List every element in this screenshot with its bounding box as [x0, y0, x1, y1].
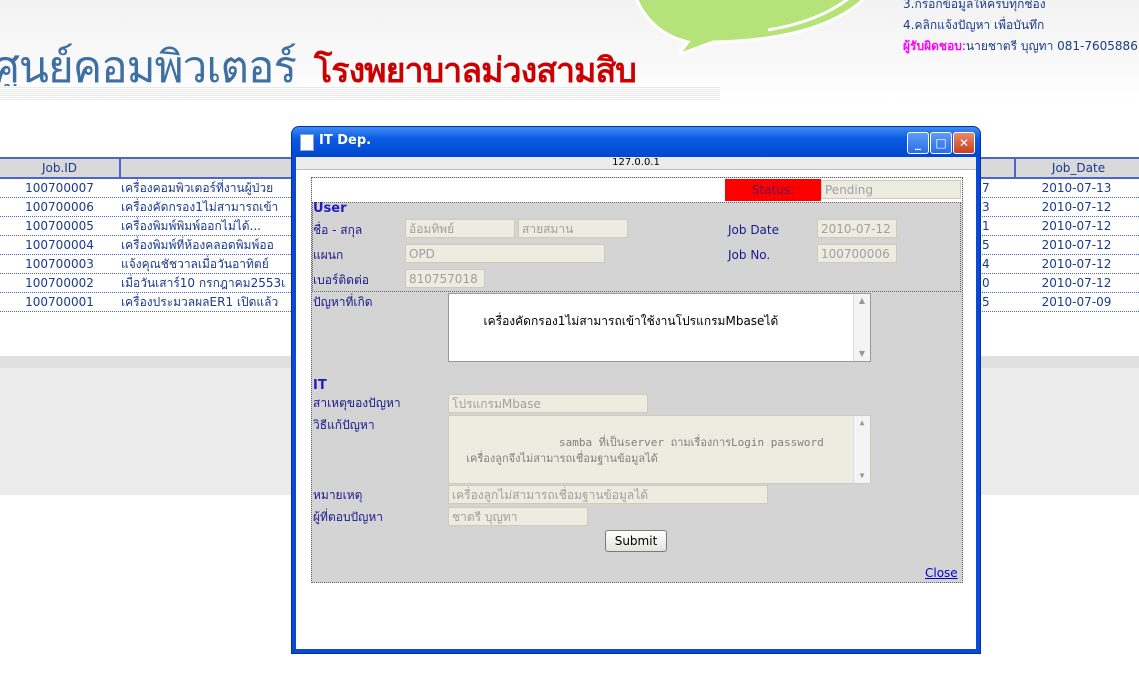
window-titlebar[interactable]: IT Dep. _ □ ✕	[292, 127, 980, 157]
address-bar: 127.0.0.1	[296, 157, 976, 170]
close-window-button[interactable]: ✕	[953, 132, 975, 154]
job-date-cell: 2010-07-12	[1041, 276, 1112, 290]
speech-bubble-graphic	[635, 0, 865, 55]
extra-cell: 7	[982, 181, 990, 195]
name-label: ชื่อ - สกุล	[313, 223, 363, 237]
description-cell: เมื่อวันเสาร์10 กรกฎาคม2553เ	[121, 276, 286, 290]
status-field: Pending	[821, 180, 961, 199]
column-header-job-date[interactable]: Job_Date	[1014, 159, 1139, 177]
description-cell: เครื่องพิมพ์พิมพ์ออกไม่ได้...	[121, 219, 261, 233]
description-cell: เครื่องคอมพิวเตอร์ที่งานผู้ป่วย	[121, 181, 274, 195]
responsible-value: :นายชาตรี บุญทา 081-7605886	[961, 39, 1138, 53]
job-date-field[interactable]: 2010-07-12	[817, 219, 897, 238]
problem-text: เครื่องคัดกรอง1ไม่สามารถเข้าใช้งานโปรแกร…	[483, 314, 779, 328]
job-id-cell: 100700004	[25, 238, 94, 252]
department-field[interactable]: OPD	[405, 244, 605, 263]
job-no-label: Job No.	[728, 248, 771, 262]
last-name-field[interactable]: สายสมาน	[518, 219, 628, 238]
scroll-up-icon[interactable]: ▲	[854, 416, 870, 430]
problem-label: ปัญหาที่เกิด	[313, 295, 373, 309]
column-header-job-id[interactable]: Job.ID	[0, 159, 119, 177]
window-title: IT Dep.	[319, 133, 372, 148]
extra-cell: 0	[982, 276, 990, 290]
solution-label: วิธีแก้ปัญหา	[313, 418, 375, 432]
description-cell: เครื่องคัดกรอง1ไม่สามารถเข้า	[121, 200, 279, 214]
responder-label: ผู้ที่ตอบปัญหา	[313, 510, 384, 524]
department-label: แผนก	[313, 248, 344, 262]
note-field[interactable]: เครื่องลูกไม่สามารถเชื่อมฐานข้อมูลได้	[448, 485, 768, 504]
extra-cell: 5	[982, 238, 990, 252]
header-stripes	[0, 86, 720, 100]
column-header-description[interactable]	[119, 159, 291, 177]
window-client-area: 127.0.0.1 Status: Pending User ชื่อ - สก…	[296, 157, 976, 649]
note-label: หมายเหตุ	[313, 488, 363, 502]
problem-scrollbar[interactable]: ▲ ▼	[853, 294, 870, 361]
minimize-button[interactable]: _	[907, 132, 929, 154]
status-label: Status:	[725, 179, 821, 201]
solution-textarea[interactable]: samba ที่เป็นserver ถามเรื่องการLogin pa…	[448, 415, 871, 484]
responder-field[interactable]: ชาตรี บุญทา	[448, 507, 588, 526]
description-cell: เครื่องประมวลผลER1 เปิดแล้ว	[121, 295, 279, 309]
scroll-up-icon[interactable]: ▲	[854, 294, 870, 308]
extra-cell: 5	[982, 295, 990, 309]
job-date-cell: 2010-07-09	[1041, 295, 1112, 309]
job-id-cell: 100700003	[25, 257, 94, 271]
first-name-field[interactable]: อ้อมทิพย์	[405, 219, 515, 238]
scroll-down-icon[interactable]: ▼	[854, 347, 870, 361]
instructions: 3.กรอกข้อมูลให้ครบทุกช่อง 4.คลิกแจ้งปัญห…	[903, 0, 1138, 57]
cause-label: สาเหตุของปัญหา	[313, 396, 401, 410]
submit-button[interactable]: Submit	[605, 530, 667, 552]
header-banner: ศูนย์คอมพิวเตอร์ โรงพยาบาลม่วงสามสิบ 3.กร…	[0, 0, 1139, 100]
instruction-step-3: 3.กรอกข้อมูลให้ครบทุกช่อง	[903, 0, 1046, 11]
it-dep-window: IT Dep. _ □ ✕ 127.0.0.1 Status: Pending …	[292, 127, 980, 653]
extra-cell: 3	[982, 200, 990, 214]
job-date-cell: 2010-07-13	[1041, 181, 1112, 195]
extra-cell: 1	[982, 219, 990, 233]
instruction-step-4: 4.คลิกแจ้งปัญหา เพื่อบันทึก	[903, 18, 1045, 32]
job-date-label: Job Date	[728, 223, 779, 237]
phone-field[interactable]: 810757018	[405, 269, 485, 288]
job-form: Status: Pending User ชื่อ - สกุล อ้อมทิพ…	[311, 177, 963, 583]
document-icon	[300, 134, 314, 151]
description-cell: เครื่องพิมพ์ที่ห้องคลอดพิมพ์ออ	[121, 238, 274, 252]
extra-cell: 4	[982, 257, 990, 271]
it-section-title: IT	[313, 378, 327, 393]
job-date-cell: 2010-07-12	[1041, 200, 1112, 214]
job-id-cell: 100700005	[25, 219, 94, 233]
job-date-cell: 2010-07-12	[1041, 219, 1112, 233]
scroll-down-icon[interactable]: ▼	[854, 469, 870, 483]
phone-label: เบอร์ติดต่อ	[313, 273, 369, 287]
job-date-cell: 2010-07-12	[1041, 238, 1112, 252]
job-no-field[interactable]: 100700006	[817, 244, 897, 263]
solution-text: samba ที่เป็นserver ถามเรื่องการLogin pa…	[466, 436, 824, 465]
job-id-cell: 100700002	[25, 276, 94, 290]
job-date-cell: 2010-07-12	[1041, 257, 1112, 271]
responsible-person: ผู้รับผิดชอบ:นายชาตรี บุญทา 081-7605886	[903, 36, 1138, 57]
solution-scrollbar[interactable]: ▲ ▼	[853, 416, 870, 483]
close-link[interactable]: Close	[925, 566, 958, 580]
user-section-title: User	[313, 201, 347, 216]
problem-textarea[interactable]: เครื่องคัดกรอง1ไม่สามารถเข้าใช้งานโปรแกร…	[448, 293, 871, 362]
job-id-cell: 100700006	[25, 200, 94, 214]
job-id-cell: 100700001	[25, 295, 94, 309]
hospital-name: โรงพยาบาลม่วงสามสิบ	[314, 51, 637, 91]
responsible-label: ผู้รับผิดชอบ	[903, 39, 962, 53]
description-cell: แจ้งคุณชัชวาลเมื่อวันอาทิตย์	[121, 257, 269, 271]
maximize-button[interactable]: □	[930, 132, 952, 154]
job-id-cell: 100700007	[25, 181, 94, 195]
cause-field[interactable]: โปรแกรมMbase	[448, 394, 648, 413]
